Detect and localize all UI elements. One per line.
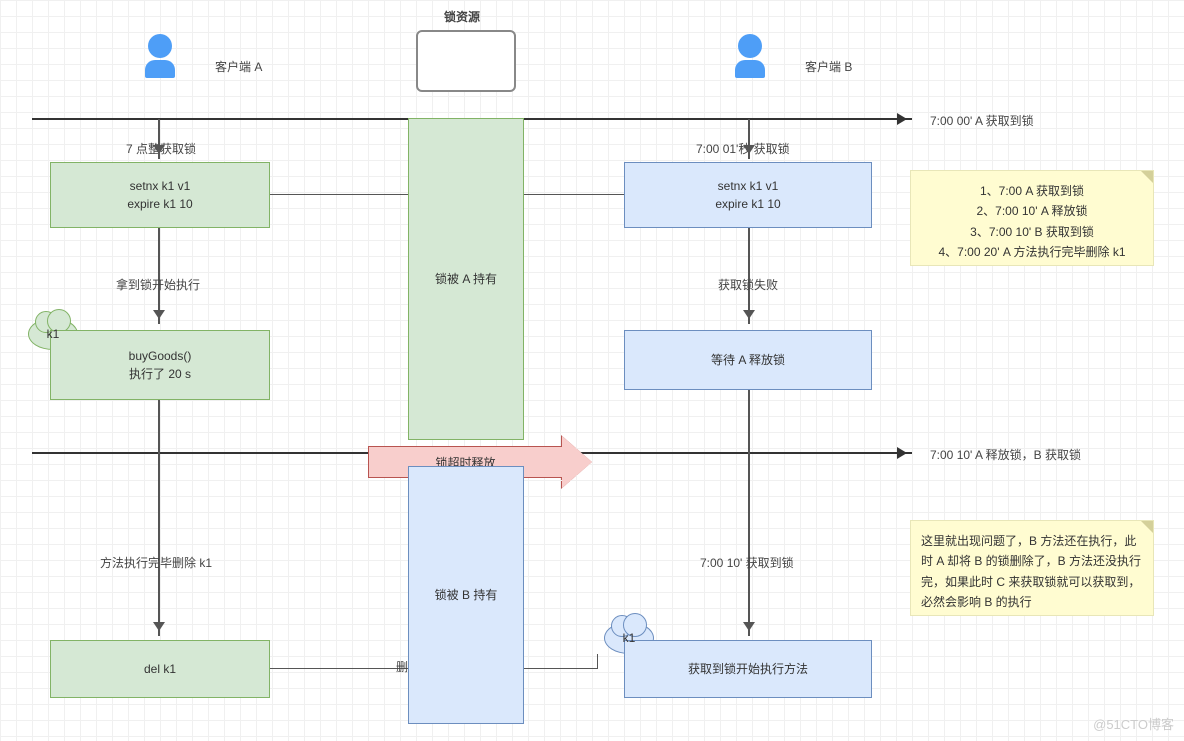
connector-b-mid: [524, 194, 624, 195]
note1-l3: 3、7:00 10' B 获取到锁: [970, 222, 1094, 242]
a-start-exec-label: 拿到锁开始执行: [116, 276, 200, 293]
lock-held-b-text: 锁被 B 持有: [435, 586, 498, 604]
b-setnx-l2: expire k1 10: [715, 195, 780, 213]
b-setnx-box: setnx k1 v1 expire k1 10: [624, 162, 872, 228]
watermark: @51CTO博客: [1093, 714, 1174, 733]
connector-a-mid: [270, 194, 408, 195]
b-start-exec-text: 获取到锁开始执行方法: [688, 660, 808, 678]
a-finish-del-label: 方法执行完毕删除 k1: [100, 554, 212, 571]
a-buygoods-l2: 执行了 20 s: [129, 365, 191, 383]
diagram-canvas: 客户端 A 锁资源 客户端 B 7:00 00' A 获取到锁 7:00 10'…: [0, 0, 1184, 741]
connector-b-exec: [524, 668, 598, 669]
a-setnx-box: setnx k1 v1 expire k1 10: [50, 162, 270, 228]
client-b-icon: [730, 34, 770, 84]
arrow: [748, 390, 750, 636]
arrow: [158, 119, 160, 159]
a-buygoods-box: buyGoods() 执行了 20 s: [50, 330, 270, 400]
note1-l4: 4、7:00 20' A 方法执行完毕删除 k1: [938, 242, 1125, 262]
b-got-lock-label: 7:00 10' 获取到锁: [700, 554, 794, 571]
client-b-label: 客户端 B: [805, 58, 852, 75]
b-start-exec-box: 获取到锁开始执行方法: [624, 640, 872, 698]
lock-resource-box: [416, 30, 516, 92]
b-wait-text: 等待 A 释放锁: [711, 351, 785, 369]
a-buygoods-l1: buyGoods(): [129, 347, 192, 365]
timeline-1-label: 7:00 00' A 获取到锁: [930, 112, 1034, 129]
note1-l1: 1、7:00 A 获取到锁: [980, 181, 1084, 201]
arrow: [158, 400, 160, 636]
lock-resource-title: 锁资源: [444, 8, 480, 25]
lock-held-b-box: 锁被 B 持有: [408, 466, 524, 724]
a-setnx-l1: setnx k1 v1: [130, 177, 191, 195]
a-del-box: del k1: [50, 640, 270, 698]
connector-b-up: [597, 654, 598, 669]
del-char: 删: [396, 658, 408, 675]
note1-l2: 2、7:00 10' A 释放锁: [976, 201, 1087, 221]
arrow: [748, 119, 750, 159]
client-a-icon: [140, 34, 180, 84]
timeline-2-label: 7:00 10' A 释放锁，B 获取锁: [930, 446, 1081, 463]
note2-text: 这里就出现问题了，B 方法还在执行，此时 A 却将 B 的锁删除了，B 方法还没…: [921, 531, 1143, 613]
lock-held-a-text: 锁被 A 持有: [435, 270, 497, 288]
b-fail-label: 获取锁失败: [718, 276, 778, 293]
connector-del: [270, 668, 408, 669]
b-setnx-l1: setnx k1 v1: [718, 177, 779, 195]
lock-held-a-box: 锁被 A 持有: [408, 118, 524, 440]
client-a-label: 客户端 A: [215, 58, 262, 75]
b-wait-box: 等待 A 释放锁: [624, 330, 872, 390]
a-setnx-l2: expire k1 10: [127, 195, 192, 213]
note-2: 这里就出现问题了，B 方法还在执行，此时 A 却将 B 的锁删除了，B 方法还没…: [910, 520, 1154, 616]
a-del-text: del k1: [144, 660, 176, 678]
note-1: 1、7:00 A 获取到锁 2、7:00 10' A 释放锁 3、7:00 10…: [910, 170, 1154, 266]
